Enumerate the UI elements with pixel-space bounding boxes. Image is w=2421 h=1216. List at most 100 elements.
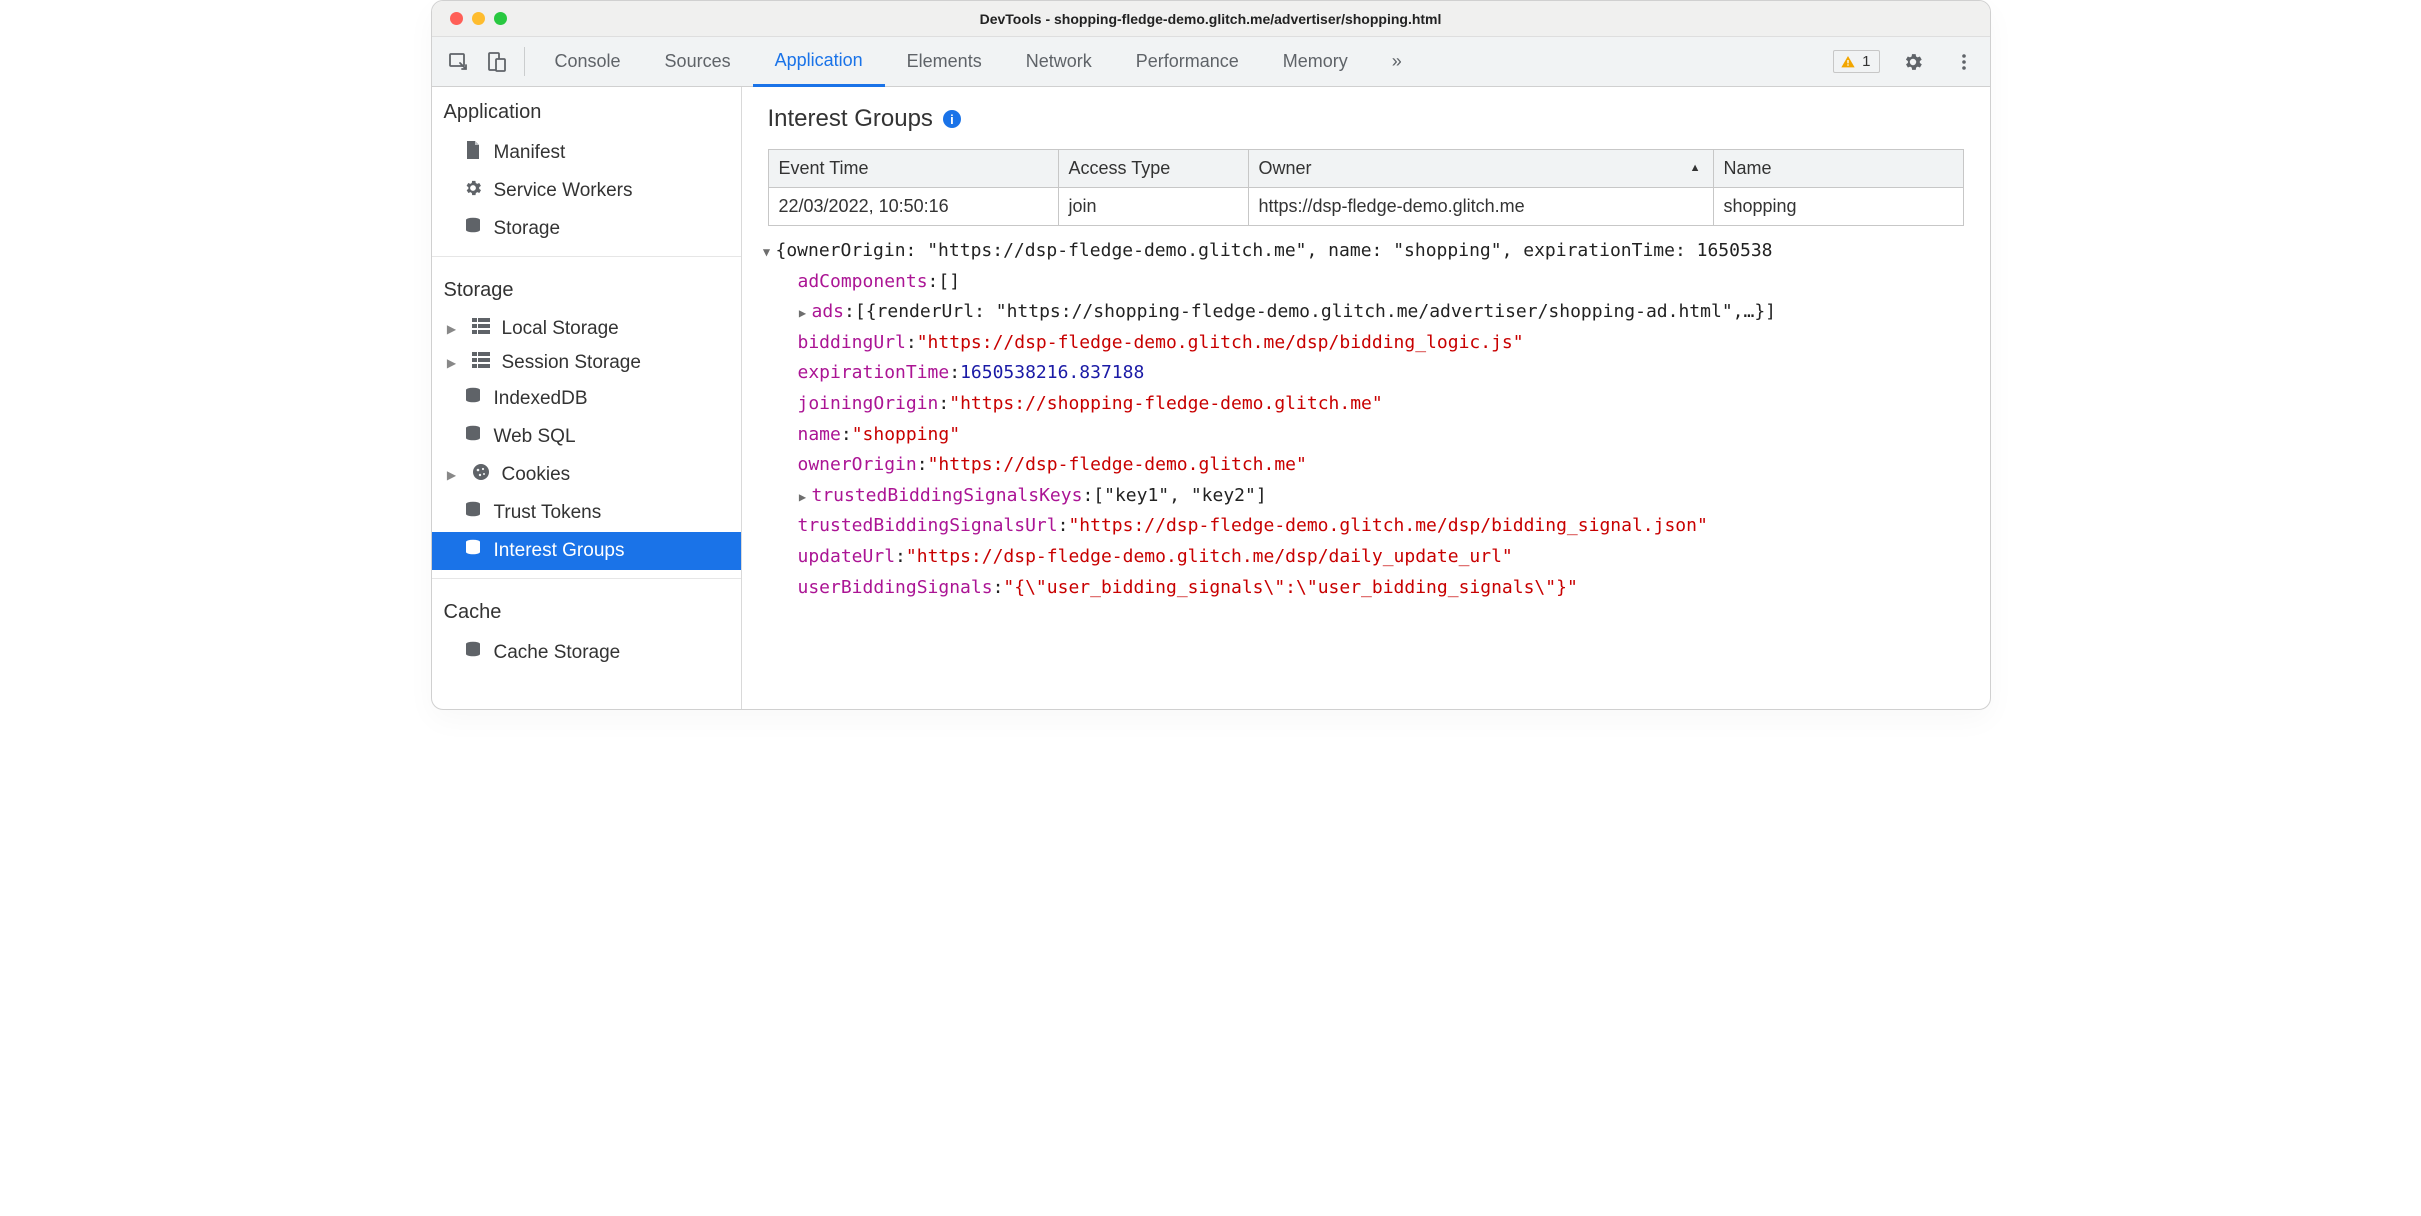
sidebar-item-label: Storage [494,218,561,240]
tab-performance[interactable]: Performance [1114,37,1261,86]
panel-title: Interest Groups [768,105,933,133]
sidebar-item-label: Cookies [502,464,571,486]
database-icon [462,424,484,450]
sidebar-item-label: Trust Tokens [494,502,602,524]
database-icon [462,640,484,666]
tab-network[interactable]: Network [1004,37,1114,86]
events-table: Event Time Access Type Owner ▲ Name 22/0… [768,149,1964,226]
sidebar: Application Manifest Service Workers Sto… [432,87,742,709]
tree-item-joiningorigin[interactable]: joiningOrigin: "https://shopping-fledge-… [758,389,1974,420]
issues-badge[interactable]: 1 [1833,50,1879,73]
titlebar: DevTools - shopping-fledge-demo.glitch.m… [432,1,1990,37]
sidebar-item-session-storage[interactable]: ▶ Session Storage [432,346,741,380]
disclosure-closed-icon[interactable]: ▶ [794,487,812,507]
gear-icon [462,178,484,204]
more-tabs-button[interactable]: » [1370,37,1424,86]
sidebar-section-application: Application [432,87,741,134]
sidebar-item-service-workers[interactable]: Service Workers [432,172,741,210]
disclosure-closed-icon[interactable]: ▶ [794,303,812,323]
tab-memory[interactable]: Memory [1261,37,1370,86]
sidebar-item-label: Cache Storage [494,642,621,664]
col-owner[interactable]: Owner ▲ [1248,150,1713,188]
tree-item-ownerorigin[interactable]: ownerOrigin: "https://dsp-fledge-demo.gl… [758,450,1974,481]
sidebar-item-cookies[interactable]: ▶ Cookies [432,456,741,494]
info-icon[interactable]: i [943,110,961,128]
settings-icon[interactable] [1894,51,1932,73]
caret-icon: ▶ [444,468,460,482]
kebab-menu-icon[interactable] [1946,52,1982,72]
toolbar-separator [524,47,525,76]
panel-header: Interest Groups i [742,87,1990,143]
sidebar-item-label: Interest Groups [494,540,625,562]
minimize-window-button[interactable] [472,12,485,25]
warning-icon [1840,54,1856,70]
table-header-row: Event Time Access Type Owner ▲ Name [768,150,1963,188]
database-icon [462,500,484,526]
database-icon [462,386,484,412]
database-icon [462,538,484,564]
col-name[interactable]: Name [1713,150,1963,188]
col-access-type[interactable]: Access Type [1058,150,1248,188]
sidebar-item-cache-storage[interactable]: Cache Storage [432,634,741,672]
devtools-window: DevTools - shopping-fledge-demo.glitch.m… [431,0,1991,710]
tree-item-name[interactable]: name: "shopping" [758,420,1974,451]
cookie-icon [470,462,492,488]
device-toggle-icon[interactable] [478,51,516,73]
sidebar-section-storage: Storage [432,265,741,312]
issues-count: 1 [1862,53,1870,70]
caret-icon: ▶ [444,356,460,370]
tree-item-biddingurl[interactable]: biddingUrl: "https://dsp-fledge-demo.gli… [758,328,1974,359]
tree-item-trustedbiddingsignalskeys[interactable]: ▶ trustedBiddingSignalsKeys: ["key1", "k… [758,481,1974,512]
sidebar-item-web-sql[interactable]: Web SQL [432,418,741,456]
sidebar-item-manifest[interactable]: Manifest [432,134,741,172]
caret-icon: ▶ [444,322,460,336]
close-window-button[interactable] [450,12,463,25]
panel-tabs: Console Sources Application Elements Net… [533,37,1424,86]
table-row[interactable]: 22/03/2022, 10:50:16 join https://dsp-fl… [768,188,1963,226]
tab-application[interactable]: Application [753,37,885,87]
toolbar: Console Sources Application Elements Net… [432,37,1990,87]
sidebar-item-indexeddb[interactable]: IndexedDB [432,380,741,418]
tree-item-expirationtime[interactable]: expirationTime: 1650538216.837188 [758,358,1974,389]
tree-item-updateurl[interactable]: updateUrl: "https://dsp-fledge-demo.glit… [758,542,1974,573]
panel-body: Application Manifest Service Workers Sto… [432,87,1990,709]
sidebar-item-label: IndexedDB [494,388,588,410]
cell-event-time: 22/03/2022, 10:50:16 [768,188,1058,226]
sidebar-item-label: Service Workers [494,180,633,202]
sidebar-item-label: Web SQL [494,426,576,448]
grid-icon [470,352,492,374]
disclosure-open-icon[interactable]: ▼ [758,242,776,262]
sidebar-item-storage[interactable]: Storage [432,210,741,248]
cell-owner: https://dsp-fledge-demo.glitch.me [1248,188,1713,226]
sidebar-item-local-storage[interactable]: ▶ Local Storage [432,312,741,346]
sidebar-item-label: Local Storage [502,318,619,340]
sidebar-divider [432,578,741,579]
zoom-window-button[interactable] [494,12,507,25]
cell-access-type: join [1058,188,1248,226]
sidebar-divider [432,256,741,257]
tree-root[interactable]: ▼ {ownerOrigin: "https://dsp-fledge-demo… [758,236,1974,267]
sidebar-section-cache: Cache [432,587,741,634]
database-icon [462,216,484,242]
sidebar-item-label: Session Storage [502,352,641,374]
file-icon [462,140,484,166]
grid-icon [470,318,492,340]
tree-item-userbiddingsignals[interactable]: userBiddingSignals: "{\"user_bidding_sig… [758,573,1974,604]
tree-item-ads[interactable]: ▶ ads: [{renderUrl: "https://shopping-fl… [758,297,1974,328]
sort-indicator-icon: ▲ [1690,161,1701,173]
cell-name: shopping [1713,188,1963,226]
window-title: DevTools - shopping-fledge-demo.glitch.m… [432,11,1990,27]
tab-sources[interactable]: Sources [643,37,753,86]
sidebar-item-trust-tokens[interactable]: Trust Tokens [432,494,741,532]
main-panel: Interest Groups i Event Time Access Type… [742,87,1990,709]
tab-console[interactable]: Console [533,37,643,86]
tree-item-adcomponents[interactable]: adComponents: [] [758,267,1974,298]
tree-item-trustedbiddingsignalsurl[interactable]: trustedBiddingSignalsUrl: "https://dsp-f… [758,511,1974,542]
sidebar-item-interest-groups[interactable]: Interest Groups [432,532,741,570]
inspect-element-icon[interactable] [440,51,478,73]
col-event-time[interactable]: Event Time [768,150,1058,188]
sidebar-item-label: Manifest [494,142,566,164]
tab-elements[interactable]: Elements [885,37,1004,86]
traffic-lights [432,12,507,25]
details-tree: ▼ {ownerOrigin: "https://dsp-fledge-demo… [742,230,1990,613]
